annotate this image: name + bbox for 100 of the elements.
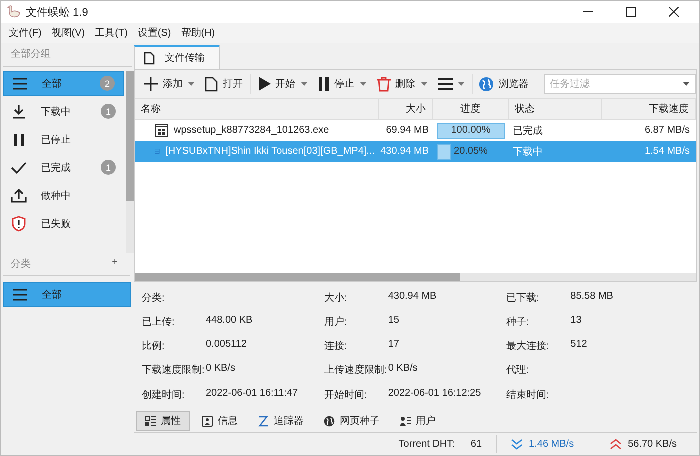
count-badge: 2 xyxy=(100,76,115,91)
check-icon xyxy=(11,160,27,174)
field-label: 比例: xyxy=(142,340,166,354)
status-cell-text: 已完成 xyxy=(512,124,544,138)
field-value: 13 xyxy=(570,315,582,328)
caret-icon xyxy=(420,82,428,86)
category-header: 分类 xyxy=(11,258,31,271)
plus-icon xyxy=(144,77,158,91)
sidebar-item[interactable]: 全部 2 xyxy=(3,71,124,96)
upload-speed: 56.70 KB/s xyxy=(628,438,677,450)
download-speed: 1.46 MB/s xyxy=(529,438,574,450)
close-icon[interactable] xyxy=(669,7,679,17)
item-label: 已失败 xyxy=(41,218,72,230)
sidebar-item[interactable]: 做种中 xyxy=(3,183,124,208)
toolbar-button[interactable]: 开始 xyxy=(254,73,310,95)
speed-cell-text: 1.54 MB/s xyxy=(644,145,691,159)
column-header[interactable]: 进度 xyxy=(433,99,509,119)
add-category-button[interactable]: + xyxy=(112,257,118,271)
tab[interactable]: 文件传输 xyxy=(134,45,220,69)
play-icon xyxy=(258,77,270,91)
shield-alert-icon xyxy=(11,216,27,232)
column-header[interactable]: 状态 xyxy=(509,99,602,119)
file-name: wpssetup_k88773284_101263.exe xyxy=(174,125,330,136)
menu-icon xyxy=(12,76,28,90)
table-row[interactable]: wpssetup_k88773284_101263.exe 69.94 MB 100.00% 已完成 6.87 MB/s xyxy=(135,120,696,141)
status-cell-text: 下载中 xyxy=(512,146,544,160)
column-header[interactable]: 下载速度 xyxy=(602,99,696,119)
item-label: 下载中 xyxy=(41,106,72,118)
field-label: 创建时间: xyxy=(142,388,186,402)
field-label: 代理: xyxy=(506,364,530,378)
sidebar-item[interactable]: 下载中 1 xyxy=(3,99,124,124)
field-value: 448.00 KB xyxy=(206,315,253,328)
detail-tab[interactable]: 属性 xyxy=(136,411,190,432)
dht-count: 61 xyxy=(470,438,482,450)
menu-icon xyxy=(12,288,28,302)
item-label: 已停止 xyxy=(41,134,72,146)
filter-combo[interactable]: 任务过滤 xyxy=(544,74,696,94)
menu-item[interactable]: 帮助(H) xyxy=(181,26,216,40)
size-cell-text: 430.94 MB xyxy=(380,145,430,159)
field-label: 最大连接: xyxy=(506,340,550,354)
speed-cell-text: 6.87 MB/s xyxy=(644,124,691,138)
item-label: 做种中 xyxy=(41,190,72,202)
item-label: 全部 xyxy=(42,78,63,90)
field-label: 开始时间: xyxy=(324,388,368,402)
table-row[interactable]: [HYSUBxTNH]Shin Ikki Tousen[03][GB_MP4]... 430.94 MB 20.05% 下载中 1.54 MB/s xyxy=(135,141,696,162)
trash-icon xyxy=(376,76,390,92)
item-label: 已完成 xyxy=(41,162,72,174)
file-icon xyxy=(205,76,218,92)
size-cell-text: 69.94 MB xyxy=(385,124,430,138)
detail-tab[interactable]: 用户 xyxy=(392,411,444,432)
field-value: 15 xyxy=(388,315,400,328)
field-value: 0 KB/s xyxy=(388,363,418,376)
field-label: 种子: xyxy=(506,316,530,330)
progress-bar: 100.00% xyxy=(437,122,505,138)
field-value: 0 KB/s xyxy=(206,363,236,376)
progress-bar: 20.05% xyxy=(437,144,505,160)
field-value: 2022-06-01 16:12:25 xyxy=(388,388,482,401)
menu-item[interactable]: 视图(V) xyxy=(52,26,86,40)
menu-icon xyxy=(438,78,452,90)
column-header[interactable]: 大小 xyxy=(379,99,433,119)
field-label: 用户: xyxy=(324,316,348,330)
category-item[interactable]: 全部 xyxy=(3,282,131,307)
upload-icon xyxy=(11,188,27,202)
menu-item[interactable]: 文件(F) xyxy=(9,26,42,40)
info-icon xyxy=(202,416,213,427)
toolbar-button[interactable]: 删除 xyxy=(374,73,430,95)
field-label: 上传速度限制: xyxy=(324,364,388,378)
toolbar-button[interactable]: 添加 xyxy=(141,73,198,95)
tracker-icon xyxy=(258,416,269,427)
field-label: 大小: xyxy=(324,292,348,306)
detail-tab[interactable]: 信息 xyxy=(194,411,246,432)
column-header[interactable]: 名称 xyxy=(135,99,379,119)
menu-item[interactable]: 工具(T) xyxy=(95,26,128,40)
detail-tab[interactable]: 网页种子 xyxy=(316,411,388,432)
scrollbar-thumb[interactable] xyxy=(126,71,134,201)
window-title: 文件蜈蚣 1.9 xyxy=(26,6,88,20)
download-icon xyxy=(11,104,27,118)
caret-icon[interactable] xyxy=(683,82,690,86)
toolbar-button[interactable]: 浏览器 xyxy=(476,73,532,95)
menu-item[interactable]: 设置(S) xyxy=(138,26,172,40)
sidebar-item[interactable]: 已停止 xyxy=(3,127,124,152)
detail-tab[interactable]: 追踪器 xyxy=(250,411,312,432)
field-value: 0.005112 xyxy=(206,339,247,352)
toolbar-button[interactable]: 打开 xyxy=(202,73,246,95)
user-list-icon xyxy=(400,416,411,427)
toolbar-button[interactable]: 停止 xyxy=(314,73,370,95)
count-badge: 1 xyxy=(101,160,116,175)
properties-icon xyxy=(145,416,156,427)
caret-icon xyxy=(300,82,308,86)
field-label: 已下载: xyxy=(506,292,540,306)
field-label: 已上传: xyxy=(142,316,176,330)
sidebar-item[interactable]: 已失败 xyxy=(3,211,124,236)
field-value: 85.58 MB xyxy=(570,291,614,304)
scrollbar-thumb[interactable] xyxy=(135,273,460,282)
pause-icon xyxy=(318,77,330,91)
maximize-icon[interactable] xyxy=(626,7,636,17)
sidebar-item[interactable]: 已完成 1 xyxy=(3,155,124,180)
field-value: 512 xyxy=(570,339,588,352)
field-label: 结束时间: xyxy=(506,388,550,402)
group-header: 全部分组 xyxy=(3,45,132,67)
